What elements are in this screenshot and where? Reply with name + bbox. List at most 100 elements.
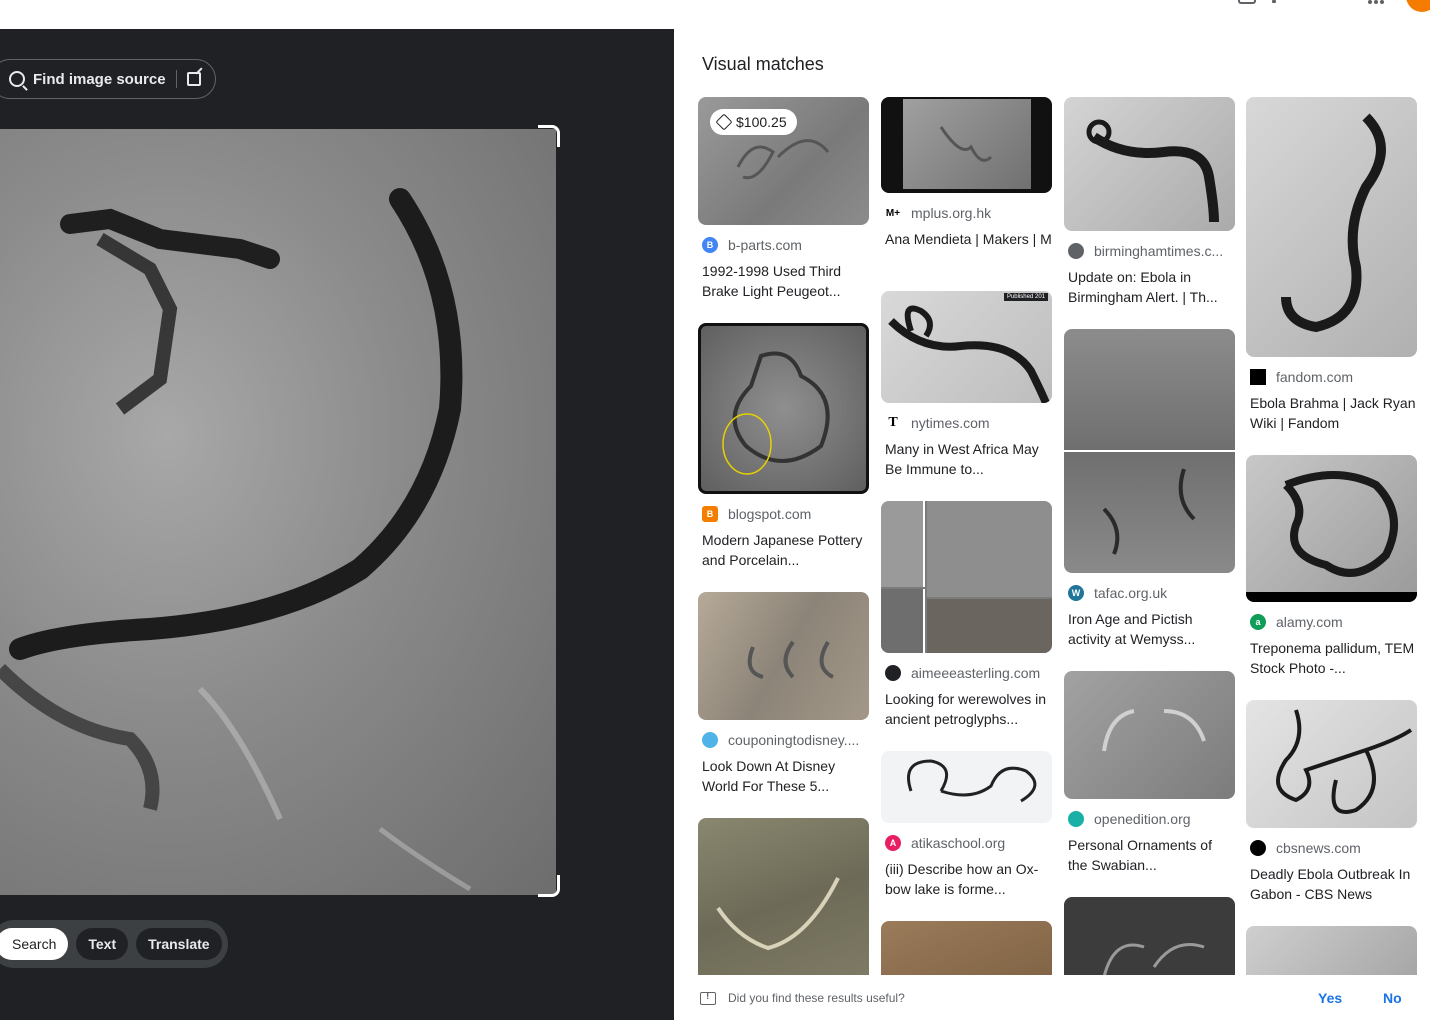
- result-source[interactable]: couponingtodisney....: [698, 732, 869, 748]
- result-card[interactable]: Bblogspot.com Modern Japanese Pottery an…: [698, 323, 869, 570]
- result-card[interactable]: $100.25 Bb-parts.com 1992-1998 Used Thir…: [698, 97, 869, 301]
- price-label: $100.25: [736, 114, 787, 130]
- crop-handle-top-right[interactable]: [538, 125, 560, 147]
- result-source-label: tafac.org.uk: [1094, 585, 1168, 601]
- cbs-icon: [1250, 840, 1266, 856]
- feedback-icon: [700, 991, 716, 1005]
- site-icon: A: [885, 835, 901, 851]
- result-card[interactable]: fandom.com Ebola Brahma | Jack Ryan Wiki…: [1246, 97, 1417, 433]
- result-thumbnail[interactable]: [698, 323, 869, 494]
- top-bar: [0, 0, 1430, 29]
- result-source[interactable]: fandom.com: [1246, 369, 1417, 385]
- result-card[interactable]: Wtafac.org.uk Iron Age and Pictish activ…: [1064, 329, 1235, 649]
- result-caption[interactable]: Personal Ornaments of the Swabian...: [1064, 835, 1235, 875]
- result-source-label: alamy.com: [1276, 614, 1343, 630]
- result-source-label: mplus.org.hk: [911, 205, 992, 221]
- result-thumbnail[interactable]: [881, 97, 1052, 193]
- result-thumbnail[interactable]: [1246, 455, 1417, 602]
- settings-icon[interactable]: [1272, 0, 1276, 3]
- result-thumbnail[interactable]: [881, 751, 1052, 823]
- mode-search-button[interactable]: Search: [0, 928, 69, 960]
- result-source[interactable]: birminghamtimes.c...: [1064, 243, 1235, 259]
- result-caption[interactable]: Treponema pallidum, TEM Stock Photo -...: [1246, 638, 1417, 678]
- crop-handle-bottom-right[interactable]: [538, 875, 560, 897]
- favicon-icon: B: [702, 237, 718, 253]
- result-caption[interactable]: Modern Japanese Pottery and Porcelain...: [698, 530, 869, 570]
- find-image-source-label: Find image source: [33, 70, 166, 88]
- mode-text-button[interactable]: Text: [76, 928, 129, 960]
- globe-icon: [1068, 243, 1084, 259]
- result-source-label: openedition.org: [1094, 811, 1191, 827]
- lens-mode-switcher: Search Text Translate: [0, 920, 228, 968]
- result-card[interactable]: aimeeeasterling.com Looking for werewolv…: [881, 501, 1052, 729]
- result-source-label: b-parts.com: [728, 237, 802, 253]
- apps-grid-icon[interactable]: [1368, 0, 1384, 6]
- result-caption[interactable]: 1992-1998 Used Third Brake Light Peugeot…: [698, 261, 869, 301]
- result-thumbnail[interactable]: [698, 592, 869, 720]
- result-card[interactable]: birminghamtimes.c... Update on: Ebola in…: [1064, 97, 1235, 307]
- result-source[interactable]: Wtafac.org.uk: [1064, 585, 1235, 601]
- result-thumbnail[interactable]: [1064, 671, 1235, 799]
- result-caption[interactable]: Ana Mendieta | Makers | M: [881, 229, 1052, 249]
- result-caption[interactable]: Many in West Africa May Be Immune to...: [881, 439, 1052, 479]
- result-card[interactable]: Published 201 Tnytimes.com Many in West …: [881, 291, 1052, 479]
- mode-translate-button[interactable]: Translate: [136, 928, 222, 960]
- result-caption[interactable]: Looking for werewolves in ancient petrog…: [881, 689, 1052, 729]
- camera-icon[interactable]: [1238, 0, 1256, 4]
- result-source[interactable]: Bb-parts.com: [698, 237, 869, 253]
- result-caption[interactable]: Ebola Brahma | Jack Ryan Wiki | Fandom: [1246, 393, 1417, 433]
- open-in-new-icon[interactable]: [186, 72, 201, 86]
- result-source-label: birminghamtimes.c...: [1094, 243, 1224, 259]
- result-card[interactable]: couponingtodisney.... Look Down At Disne…: [698, 592, 869, 796]
- result-caption[interactable]: (iii) Describe how an Ox- bow lake is fo…: [881, 859, 1052, 899]
- heart-icon: [702, 732, 718, 748]
- alamy-icon: a: [1250, 614, 1266, 630]
- result-thumbnail[interactable]: [1246, 97, 1417, 357]
- result-source-label: atikaschool.org: [911, 835, 1006, 851]
- result-source[interactable]: Aatikaschool.org: [881, 835, 1052, 851]
- price-tag-icon: [715, 113, 733, 131]
- nytimes-icon: T: [885, 415, 901, 431]
- feedback-no-button[interactable]: No: [1383, 990, 1402, 1006]
- avatar[interactable]: [1406, 0, 1430, 12]
- selected-image-region[interactable]: [0, 129, 556, 895]
- result-source[interactable]: Bblogspot.com: [698, 506, 869, 522]
- result-card[interactable]: cbsnews.com Deadly Ebola Outbreak In Gab…: [1246, 700, 1417, 904]
- result-source-label: blogspot.com: [728, 506, 812, 522]
- result-source-label: fandom.com: [1276, 369, 1354, 385]
- result-source[interactable]: aimeeeasterling.com: [881, 665, 1052, 681]
- result-card[interactable]: [698, 818, 869, 989]
- result-caption[interactable]: Deadly Ebola Outbreak In Gabon - CBS New…: [1246, 864, 1417, 904]
- result-caption[interactable]: Update on: Ebola in Birmingham Alert. | …: [1064, 267, 1235, 307]
- result-thumbnail[interactable]: [1246, 700, 1417, 828]
- result-caption[interactable]: Iron Age and Pictish activity at Wemyss.…: [1064, 609, 1235, 649]
- result-card[interactable]: M+ mplus.org.hk Ana Mendieta | Makers | M: [881, 97, 1052, 249]
- result-source[interactable]: M+ mplus.org.hk: [881, 205, 1052, 221]
- results-panel: Visual matches $100.25 Bb-parts.com 1992…: [674, 29, 1430, 1020]
- result-thumbnail[interactable]: [1064, 329, 1235, 573]
- published-badge: Published 201: [1003, 293, 1048, 301]
- result-source-label: couponingtodisney....: [728, 732, 860, 748]
- result-thumbnail[interactable]: $100.25: [698, 97, 869, 225]
- result-source-label: nytimes.com: [911, 415, 990, 431]
- result-source-label: cbsnews.com: [1276, 840, 1361, 856]
- result-caption[interactable]: Look Down At Disney World For These 5...: [698, 756, 869, 796]
- result-thumbnail[interactable]: [1064, 97, 1235, 231]
- result-source[interactable]: openedition.org: [1064, 811, 1235, 827]
- result-source[interactable]: a alamy.com: [1246, 614, 1417, 630]
- result-card[interactable]: Aatikaschool.org (iii) Describe how an O…: [881, 751, 1052, 899]
- feedback-yes-button[interactable]: Yes: [1318, 990, 1342, 1006]
- blogger-icon: B: [702, 506, 718, 522]
- mplus-icon: M+: [885, 205, 901, 221]
- result-thumbnail[interactable]: [698, 818, 869, 989]
- result-thumbnail[interactable]: Published 201: [881, 291, 1052, 403]
- result-source[interactable]: Tnytimes.com: [881, 415, 1052, 431]
- result-card[interactable]: a alamy.com Treponema pallidum, TEM Stock…: [1246, 455, 1417, 678]
- find-image-source-button[interactable]: Find image source: [0, 59, 216, 99]
- lens-icon: [9, 71, 25, 87]
- result-thumbnail[interactable]: [881, 501, 1052, 653]
- result-card[interactable]: openedition.org Personal Ornaments of th…: [1064, 671, 1235, 875]
- feedback-question: Did you find these results useful?: [728, 991, 905, 1005]
- result-source[interactable]: cbsnews.com: [1246, 840, 1417, 856]
- site-icon: [1068, 811, 1084, 827]
